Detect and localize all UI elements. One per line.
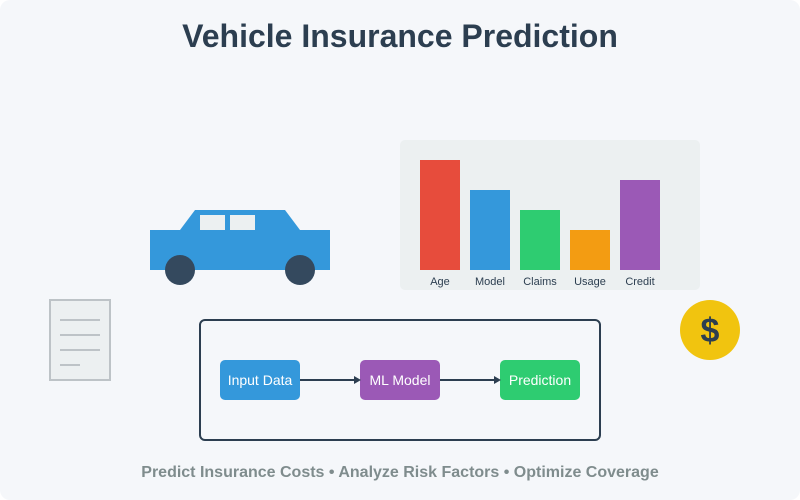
pipeline-arrow: [300, 376, 361, 384]
tick-label: Usage: [574, 276, 606, 288]
tick-label: Claims: [523, 276, 557, 288]
risk-factor-chart: Age Model Claims Usage Credit: [400, 140, 700, 290]
pipeline-arrow: [440, 376, 501, 384]
coin-symbol: $: [701, 312, 720, 350]
document-icon: [49, 299, 111, 381]
car-icon: [150, 210, 330, 285]
pipeline-step-input: Input Data: [220, 360, 300, 400]
pipeline-label: ML Model: [370, 372, 431, 388]
tick-label: Credit: [625, 276, 654, 288]
tick-label: Age: [430, 276, 450, 288]
pipeline-step-model: ML Model: [360, 360, 440, 400]
car-window-front: [200, 215, 225, 230]
car-wheel-front: [165, 255, 195, 285]
infographic-canvas: Vehicle Insurance Prediction Age Model Cla…: [0, 0, 800, 500]
chart-bar-usage: [570, 230, 610, 270]
pipeline-label: Input Data: [228, 372, 293, 388]
car-window-rear: [230, 215, 255, 230]
dollar-coin-icon: $: [680, 300, 740, 360]
tick-label: Model: [475, 276, 505, 288]
chart-bar-credit: [620, 180, 660, 270]
arrow-head-icon: [354, 376, 361, 384]
car-wheel-rear: [285, 255, 315, 285]
chart-bar-age: [420, 160, 460, 270]
pipeline-step-prediction: Prediction: [500, 360, 580, 400]
pipeline-label: Prediction: [509, 372, 571, 388]
chart-bar-model: [470, 190, 510, 270]
tagline: Predict Insurance Costs • Analyze Risk F…: [141, 464, 659, 481]
chart-bar-claims: [520, 210, 560, 270]
document-page: [49, 299, 111, 381]
arrow-head-icon: [494, 376, 501, 384]
scene-illustration: Age Model Claims Usage Credit Input Data ML …: [49, 140, 740, 441]
